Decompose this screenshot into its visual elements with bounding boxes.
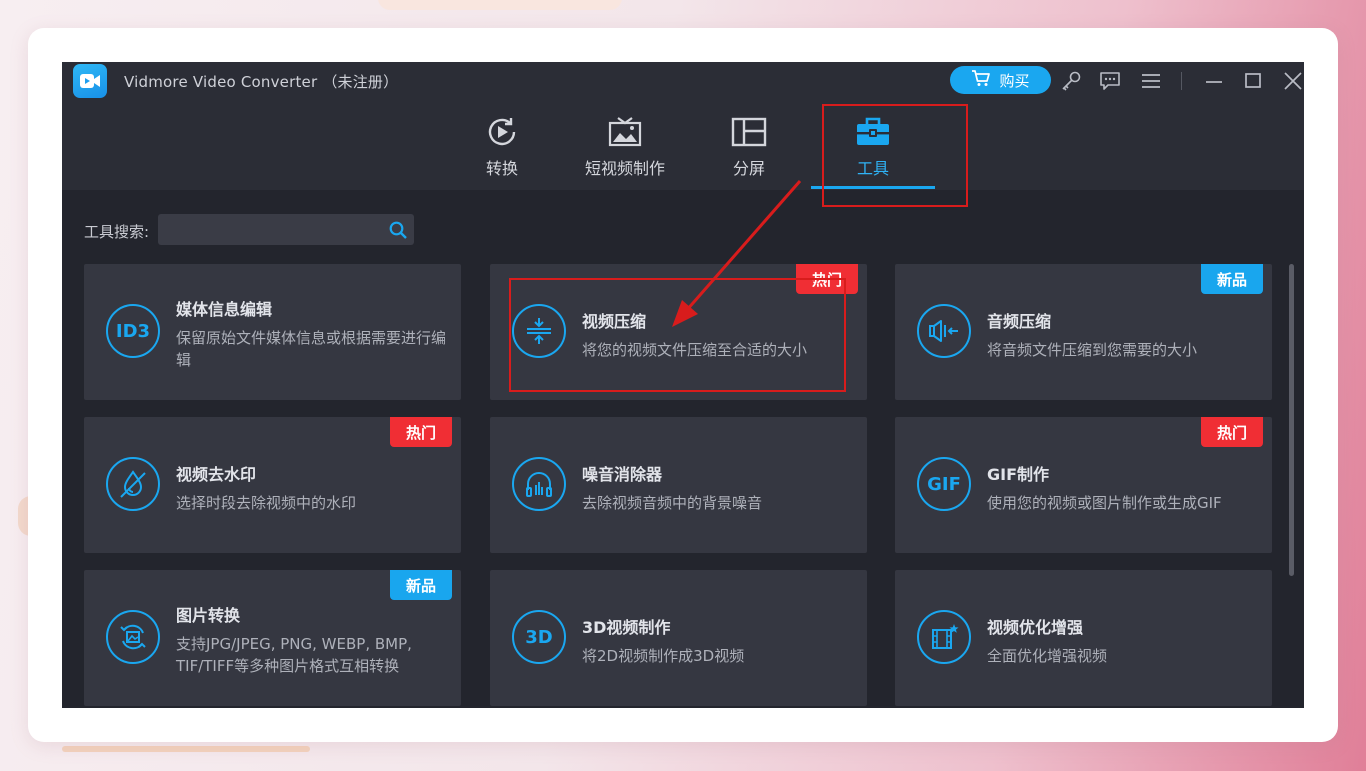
background-decoration (378, 0, 622, 10)
tool-card-media-metadata[interactable]: ID3 媒体信息编辑 保留原始文件媒体信息或根据需要进行编辑 (84, 264, 461, 400)
main-tabs: 转换 短视频制作 分屏 工具 (62, 100, 1304, 190)
tool-title: 3D视频制作 (582, 618, 671, 637)
tool-search-label: 工具搜索: (84, 223, 150, 241)
search-icon[interactable] (388, 220, 408, 244)
tab-collage[interactable]: 分屏 (687, 100, 811, 190)
gif-icon: GIF (917, 457, 971, 511)
tool-title: 媒体信息编辑 (176, 300, 273, 319)
tool-title: 图片转换 (176, 606, 241, 625)
app-logo-icon (73, 64, 107, 98)
tool-description: 去除视频音频中的背景噪音 (582, 494, 763, 512)
tool-description: 将2D视频制作成3D视频 (582, 647, 745, 665)
tool-title: 视频去水印 (176, 465, 257, 484)
collage-icon (731, 114, 767, 150)
tool-card-video-enhancer[interactable]: 视频优化增强 全面优化增强视频 (895, 570, 1272, 706)
new-badge: 新品 (1201, 264, 1263, 294)
menu-icon[interactable] (1138, 68, 1164, 94)
close-icon[interactable] (1280, 68, 1304, 94)
tool-card-3d-maker[interactable]: 3D 3D视频制作 将2D视频制作成3D视频 (490, 570, 867, 706)
tool-title: 视频优化增强 (987, 618, 1084, 637)
minimize-icon[interactable] (1201, 68, 1227, 94)
mv-icon (607, 114, 643, 150)
tool-description: 使用您的视频或图片制作或生成GIF (987, 494, 1222, 512)
hot-badge: 热门 (390, 417, 452, 447)
watermark-remove-icon (106, 457, 160, 511)
noise-remover-icon (512, 457, 566, 511)
tab-mv[interactable]: 短视频制作 (563, 100, 687, 190)
window-title: Vidmore Video Converter （未注册） (124, 73, 399, 91)
tool-card-image-converter[interactable]: 图片转换 支持JPG/JPEG, PNG, WEBP, BMP, TIF/TIF… (84, 570, 461, 706)
tab-convert[interactable]: 转换 (440, 100, 564, 190)
new-badge: 新品 (390, 570, 452, 600)
hot-badge: 热门 (1201, 417, 1263, 447)
3d-icon: 3D (512, 610, 566, 664)
tool-card-noise-remover[interactable]: 噪音消除器 去除视频音频中的背景噪音 (490, 417, 867, 553)
scrollbar[interactable] (1289, 264, 1294, 576)
background-decoration (62, 746, 310, 752)
convert-icon (484, 114, 520, 150)
highlight-box-tools-tab (822, 104, 968, 207)
tool-search-input[interactable] (158, 214, 382, 245)
key-icon[interactable] (1058, 68, 1084, 94)
tool-title: 噪音消除器 (582, 465, 663, 484)
tool-search-box (158, 214, 414, 245)
tool-card-gif-maker[interactable]: GIF GIF制作 使用您的视频或图片制作或生成GIF 热门 (895, 417, 1272, 553)
tool-title: GIF制作 (987, 465, 1050, 484)
tool-description: 保留原始文件媒体信息或根据需要进行编辑 (176, 329, 447, 369)
tool-title: 音频压缩 (987, 312, 1052, 331)
tool-card-watermark-remover[interactable]: 视频去水印 选择时段去除视频中的水印 热门 (84, 417, 461, 553)
tool-card-audio-compressor[interactable]: 音频压缩 将音频文件压缩到您需要的大小 新品 (895, 264, 1272, 400)
audio-compress-icon (917, 304, 971, 358)
tool-description: 将音频文件压缩到您需要的大小 (987, 341, 1198, 359)
tool-description: 全面优化增强视频 (987, 647, 1108, 665)
tab-label: 短视频制作 (584, 161, 665, 178)
id3-icon: ID3 (106, 304, 160, 358)
tab-label: 转换 (485, 161, 518, 178)
tool-description: 选择时段去除视频中的水印 (176, 494, 357, 512)
maximize-icon[interactable] (1240, 68, 1266, 94)
tool-description: 支持JPG/JPEG, PNG, WEBP, BMP, TIF/TIFF等多种图… (176, 635, 412, 675)
highlight-box-video-compressor (509, 278, 846, 392)
video-enhance-icon (917, 610, 971, 664)
title-bar: Vidmore Video Converter （未注册） 购买 (62, 62, 1304, 100)
buy-label: 购买 (999, 72, 1030, 90)
image-convert-icon (106, 610, 160, 664)
buy-button[interactable]: 购买 (950, 66, 1051, 94)
cart-icon (971, 69, 991, 91)
tab-label: 分屏 (732, 161, 765, 178)
feedback-icon[interactable] (1097, 68, 1123, 94)
toolbar-divider (1181, 72, 1182, 90)
